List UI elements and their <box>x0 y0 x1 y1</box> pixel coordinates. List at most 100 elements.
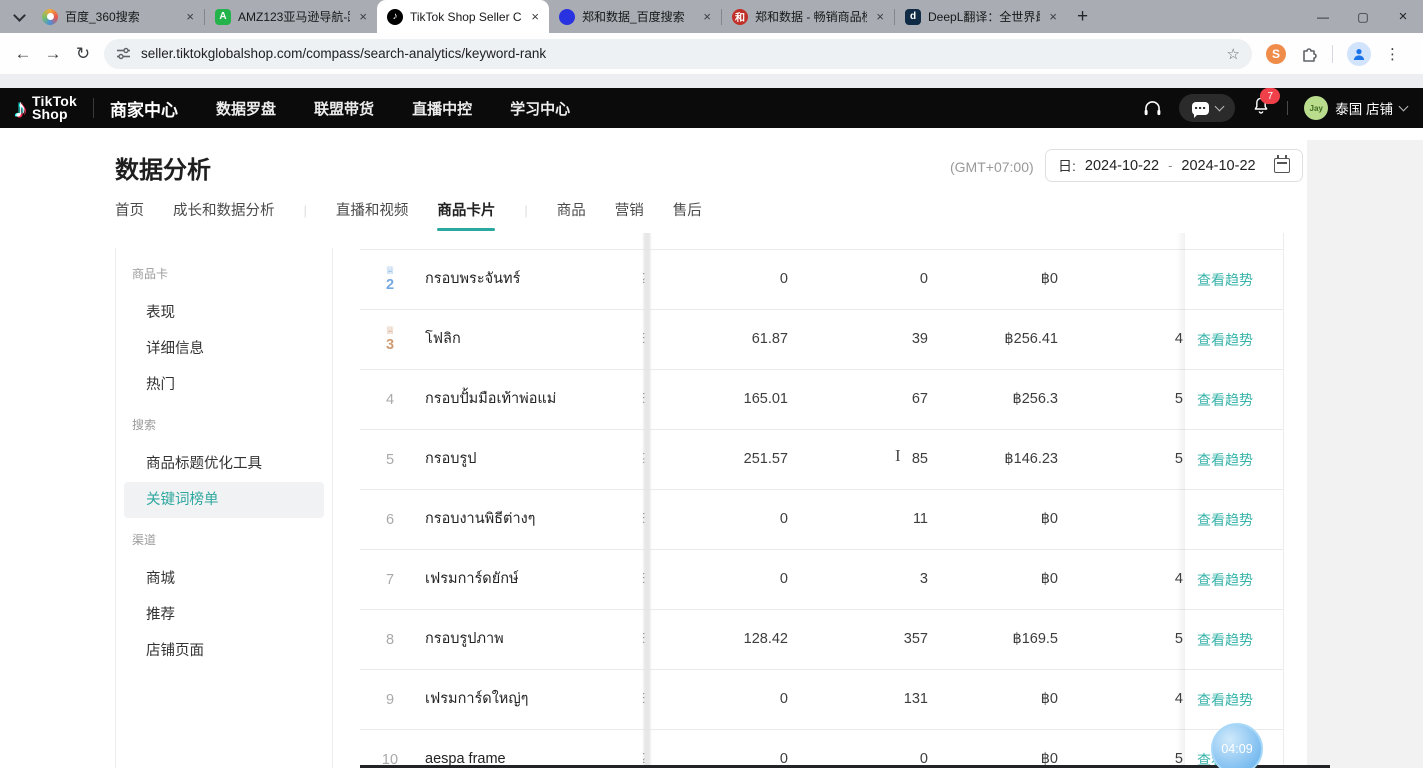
sidebar-item-表现[interactable]: 表现 <box>124 295 324 331</box>
sidebar-item-商城[interactable]: 商城 <box>124 561 324 597</box>
close-window-button[interactable]: × <box>1383 8 1423 25</box>
seller-sprite-extension-icon[interactable]: S <box>1266 44 1286 64</box>
cell-value-a: 0 <box>658 550 788 609</box>
view-trend-link[interactable]: 查看趋势 <box>1197 450 1253 470</box>
sidebar-item-关键词榜单[interactable]: 关键词榜单 <box>124 482 324 518</box>
browser-tab[interactable]: 和郑和数据 - 畅销商品榜× <box>722 0 894 33</box>
view-trend-link[interactable]: 查看趋势 <box>1197 690 1253 710</box>
headset-support-icon[interactable] <box>1142 98 1163 119</box>
fixed-right-cell: 查看趋势 <box>1185 550 1282 609</box>
tab-search-chevron-icon[interactable] <box>6 7 32 27</box>
tab-商品[interactable]: 商品 <box>557 199 586 222</box>
table-row-partial <box>360 233 1283 250</box>
browser-tab[interactable]: ♪TikTok Shop Seller Cente× <box>377 0 549 33</box>
keyword-label: กรอบรูปภาพ <box>425 610 504 669</box>
recording-timer-bubble[interactable]: 04:09 <box>1211 723 1263 768</box>
cell-gmv-value: ฿146.23 <box>928 430 1058 489</box>
nav-item-直播中控[interactable]: 直播中控 <box>412 98 472 119</box>
bookmark-star-icon[interactable]: ☆ <box>1227 45 1240 63</box>
back-icon[interactable]: ← <box>8 44 38 64</box>
store-switcher[interactable]: Jay 泰国 店铺 <box>1304 96 1407 120</box>
view-trend-link[interactable]: 查看趋势 <box>1197 630 1253 650</box>
fixed-left-cell: 10aespa frame <box>360 730 643 768</box>
cell-value-a: 251.57 <box>658 430 788 489</box>
date-range-separator: - <box>1168 158 1172 173</box>
cell-value-b: 3 <box>798 550 928 609</box>
cell-value-b: 85 <box>798 430 928 489</box>
deepl-favicon-icon: d <box>905 9 921 25</box>
sidebar-section-label: 搜索 <box>116 403 332 446</box>
top-nav-right: 7 Jay 泰国 店铺 <box>1142 88 1407 128</box>
table-row: 30131฿049เฟรมการ์ดใหญ่ๆ查看趋势 <box>360 670 1283 730</box>
close-tab-icon[interactable]: × <box>874 9 886 24</box>
screen: 百度_360搜索×AAMZ123亚马逊导航-跨境×♪TikTok Shop Se… <box>0 0 1423 768</box>
calendar-icon <box>1274 158 1290 173</box>
close-tab-icon[interactable]: × <box>529 9 541 24</box>
view-trend-link[interactable]: 查看趋势 <box>1197 570 1253 590</box>
maximize-button[interactable]: ▢ <box>1343 10 1383 24</box>
minimize-button[interactable]: — <box>1303 10 1343 24</box>
notifications-button[interactable]: 7 <box>1251 95 1271 121</box>
browser-tab[interactable]: 郑和数据_百度搜索× <box>549 0 721 33</box>
view-trend-link[interactable]: 查看趋势 <box>1197 330 1253 350</box>
sidebar-item-推荐[interactable]: 推荐 <box>124 597 324 633</box>
view-trend-link[interactable]: 查看趋势 <box>1197 390 1253 410</box>
table-row: 303฿047เฟรมการ์ดยักษ์查看趋势 <box>360 550 1283 610</box>
url-text[interactable]: seller.tiktokglobalshop.com/compass/sear… <box>141 46 1227 61</box>
right-gutter <box>1307 140 1423 768</box>
fixed-right-cell: 查看趋势 <box>1185 490 1282 549</box>
view-trend-link[interactable]: 查看趋势 <box>1197 510 1253 530</box>
date-end-value: 2024-10-22 <box>1181 158 1255 174</box>
nav-item-商家中心[interactable]: 商家中心 <box>110 96 178 121</box>
tab-售后[interactable]: 售后 <box>673 199 702 222</box>
close-tab-icon[interactable]: × <box>701 9 713 24</box>
messages-button[interactable] <box>1179 94 1235 122</box>
nav-item-学习中心[interactable]: 学习中心 <box>510 98 570 119</box>
fixed-left-cell: ♕2กรอบพระจันทร์ <box>360 250 643 309</box>
browser-profile-icon[interactable] <box>1347 42 1371 66</box>
browser-tab-strip: 百度_360搜索×AAMZ123亚马逊导航-跨境×♪TikTok Shop Se… <box>0 0 1423 33</box>
nav-item-联盟带货[interactable]: 联盟带货 <box>314 98 374 119</box>
new-tab-button[interactable]: + <box>1077 6 1088 28</box>
tab-商品卡片[interactable]: 商品卡片 <box>437 199 495 222</box>
sidebar-item-详细信息[interactable]: 详细信息 <box>124 331 324 367</box>
close-tab-icon[interactable]: × <box>357 9 369 24</box>
chevron-down-icon <box>1214 102 1224 112</box>
forward-icon[interactable]: → <box>38 44 68 64</box>
tab-首页[interactable]: 首页 <box>115 199 144 222</box>
rank-cell: 6 <box>372 490 408 549</box>
view-trend-link[interactable]: 查看趋势 <box>1197 270 1253 290</box>
close-tab-icon[interactable]: × <box>1047 9 1059 24</box>
compass-page: 数据分析 (GMT+07:00) 日: 2024-10-22 - 2024-10… <box>0 128 1423 768</box>
extensions-puzzle-icon[interactable] <box>1300 45 1318 63</box>
date-range-picker[interactable]: 日: 2024-10-22 - 2024-10-22 <box>1045 149 1303 182</box>
sidebar-item-商品标题优化工具[interactable]: 商品标题优化工具 <box>124 446 324 482</box>
tiktok-shop-logo[interactable]: ♪ TikTok Shop <box>14 93 77 124</box>
tab-成长和数据分析[interactable]: 成长和数据分析 <box>173 199 275 222</box>
tiktok-note-icon: ♪ <box>14 93 27 124</box>
close-tab-icon[interactable]: × <box>184 9 196 24</box>
cell-value-a: 165.01 <box>658 370 788 429</box>
tab-营销[interactable]: 营销 <box>615 199 644 222</box>
tab-直播和视频[interactable]: 直播和视频 <box>336 199 409 222</box>
sidebar-menu: 商品卡表现详细信息热门搜索商品标题优化工具关键词榜单渠道商城推荐店铺页面 <box>115 248 333 768</box>
cell-gmv-value: ฿0 <box>928 730 1058 768</box>
amz123-favicon-icon: A <box>215 9 231 25</box>
sidebar-item-店铺页面[interactable]: 店铺页面 <box>124 633 324 669</box>
sidebar-item-热门[interactable]: 热门 <box>124 367 324 403</box>
rank-number: 7 <box>386 572 394 588</box>
zhenghe-favicon-icon: 和 <box>732 9 748 25</box>
browser-tab[interactable]: 百度_360搜索× <box>32 0 204 33</box>
nav-item-数据罗盘[interactable]: 数据罗盘 <box>216 98 276 119</box>
fixed-right-cell: 查看趋势 <box>1185 430 1282 489</box>
favicon-hole <box>47 13 54 20</box>
url-omnibox[interactable]: seller.tiktokglobalshop.com/compass/sear… <box>104 39 1252 69</box>
table-row: 9251.5785฿146.2355กรอบรูป查看趋势 <box>360 430 1283 490</box>
site-settings-tune-icon[interactable] <box>116 46 131 61</box>
seller-center-top-nav: ♪ TikTok Shop 商家中心 数据罗盘 联盟带货 直播中控 学习中心 <box>0 88 1423 128</box>
store-label: 泰国 店铺 <box>1335 98 1393 118</box>
reload-icon[interactable]: ↻ <box>68 44 98 64</box>
browser-menu-icon[interactable]: ⋮ <box>1385 45 1400 63</box>
browser-tab[interactable]: dDeepL翻译：全世界最准确× <box>895 0 1067 33</box>
browser-tab[interactable]: AAMZ123亚马逊导航-跨境× <box>205 0 377 33</box>
